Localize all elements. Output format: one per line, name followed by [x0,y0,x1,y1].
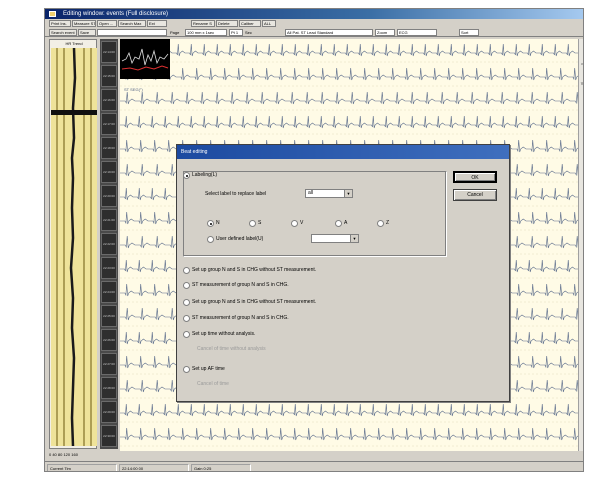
mini-monitor-thumbnail [120,39,170,79]
option-label-2: ST measurement of group N and S in CHG. [192,282,289,288]
ecg-trace [120,427,578,441]
hr-trend-panel: HR Trend [49,39,97,449]
cancel-time-option: Cancel of time without analysis [197,346,266,352]
title-bar: Editing window: events (Full disclosure) [45,9,583,19]
time-cell[interactable]: 22:30:00 [101,425,117,447]
labeling-group [183,171,447,257]
trend-header: HR Trend [65,41,83,46]
chevron-down-icon[interactable]: ▼ [344,190,352,197]
replace-label-value: all [308,190,314,196]
option-radio-4[interactable] [183,315,190,322]
time-cell[interactable]: 22:14:00 [101,41,117,63]
beat-radio-v[interactable] [291,220,298,227]
beat-label-z: Z [386,220,390,226]
time-cell[interactable]: 22:28:00 [101,377,117,399]
time-cell[interactable]: 22:19:00 [101,161,117,183]
zoom-field[interactable]: Zoom [375,29,395,36]
time-cell[interactable]: 22:26:00 [101,329,117,351]
ecg-trace [120,67,578,81]
rename-button[interactable]: Rename S [191,20,215,27]
pt-field[interactable]: Pt 1 [229,29,243,36]
caliber-button[interactable]: Caliber [239,20,261,27]
print-button[interactable]: Print Ins. [49,20,71,27]
scroll-down-arrow[interactable]: v [579,81,583,89]
option-radio-1[interactable] [183,267,190,274]
ecg-select[interactable]: ECG [397,29,437,36]
option-radio-2[interactable] [183,282,190,289]
af-time-label: Set up AF time [192,366,225,372]
beat-radio-a[interactable] [335,220,342,227]
option-label-3: Set up group N and S in CHG without ST m… [192,299,317,305]
time-cell[interactable]: 22:27:00 [101,353,117,375]
sec-label: Sec [245,30,252,35]
hr-trend-chart[interactable] [51,48,97,446]
time-cell[interactable]: 22:18:00 [101,137,117,159]
beat-label-n: N [216,220,220,226]
ecg-trace [120,91,578,105]
vertical-scrollbar[interactable]: ^ v [578,39,583,451]
select-label-text: Select label to replace label [205,191,267,197]
save-button[interactable]: Save [78,29,96,36]
time-cell[interactable]: 22:15:00 [101,65,117,87]
app-icon [49,11,56,17]
ecg-trace [120,115,578,129]
status-current-time: Current Tim [47,464,117,471]
time-cell[interactable]: 22:20:00 [101,185,117,207]
scroll-up-arrow[interactable]: ^ [579,63,583,71]
replace-label-select[interactable]: all ▼ [305,189,353,198]
chevron-down-icon[interactable]: ▼ [350,235,358,242]
option-label-5: Set up time without analysis. [192,331,256,337]
all-button[interactable]: ALL [262,20,276,27]
option-label-1: Set up group N and S in CHG without ST m… [192,267,317,273]
cancel-button[interactable]: Cancel [453,189,497,201]
beat-label-a: A [344,220,348,226]
ecg-strip-label: ST SEG(°) [124,87,143,92]
status-gain: Gain 0:25 [191,464,251,471]
ecg-trace [120,403,578,417]
beat-radio-z[interactable] [377,220,384,227]
sort-field[interactable]: Sort [459,29,479,36]
ext-button[interactable]: Ext [147,20,167,27]
beat-radio-s[interactable] [249,220,256,227]
time-cell[interactable]: 22:17:00 [101,113,117,135]
dialog-title: Beat editing [177,145,509,159]
scale-select[interactable]: 100 mm x 1sec [185,29,227,36]
time-column: 22:14:00 22:15:00 22:16:00 22:17:00 22:1… [100,39,118,449]
window-title: Editing window: events (Full disclosure) [63,11,169,17]
main-toolbar: Print Ins. Measure ST Open ... Search Ma… [45,19,583,28]
beat-label-s: S [258,220,262,226]
ecg-trace [120,43,578,57]
lead-select[interactable]: All Pat. ST Lead Standard [285,29,373,36]
beat-label-v: V [300,220,304,226]
open-button[interactable]: Open ... [97,20,117,27]
measure-st-button[interactable]: Measure ST [72,20,96,27]
trend-scale: 0 40 80 120 160 [49,452,78,457]
beat-radio-n[interactable] [207,220,214,227]
search-max-button[interactable]: Search Max [118,20,146,27]
status-timestamp: 22:14:00 00 [119,464,189,471]
option-label-4: ST measurement of group N and S in CHG. [192,315,289,321]
page-label: Page [170,30,180,35]
search-event-button[interactable]: Search event [49,29,77,36]
time-cell[interactable]: 22:16:00 [101,89,117,111]
status-bar: Current Tim 22:14:00 00 Gain 0:25 [45,461,583,471]
time-cell[interactable]: 22:21:00 [101,209,117,231]
time-cell[interactable]: 22:29:00 [101,401,117,423]
cancel-af-option: Cancel of time [197,381,229,387]
delete-button[interactable]: Delete [216,20,238,27]
beat-editing-dialog: Beat editing Labeling(L) Select label to… [176,144,510,402]
blank-field[interactable] [97,29,167,36]
time-cell[interactable]: 22:23:00 [101,257,117,279]
time-cell[interactable]: 22:22:00 [101,233,117,255]
option-radio-3[interactable] [183,299,190,306]
af-time-radio[interactable] [183,366,190,373]
user-defined-select[interactable]: ▼ [311,234,359,243]
view-toolbar: Search event Save Page 100 mm x 1sec Pt … [45,28,583,37]
ok-button[interactable]: OK [453,171,497,183]
option-radio-5[interactable] [183,331,190,338]
user-defined-radio[interactable] [207,236,214,243]
user-defined-label: User defined label(U) [216,236,264,242]
time-cell[interactable]: 22:25:00 [101,305,117,327]
time-cell[interactable]: 22:24:00 [101,281,117,303]
